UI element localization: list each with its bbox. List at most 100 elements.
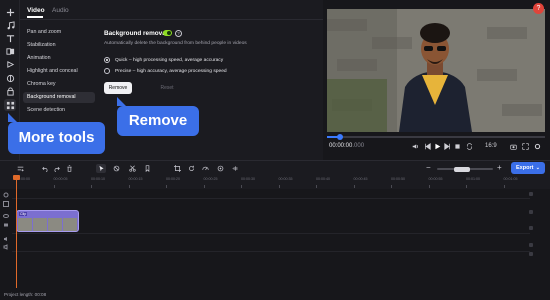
menu-item-chroma-key[interactable]: Chroma key — [23, 79, 95, 90]
ruler-tick-mark — [466, 185, 467, 188]
ruler-tick-mark — [428, 185, 430, 188]
ruler-tick-mark — [503, 185, 505, 188]
menu-item-animation[interactable]: Animation — [23, 53, 95, 64]
option-title: Background removal — [104, 30, 168, 37]
menu-item-stabilization[interactable]: Stabilization — [23, 40, 95, 51]
skip-forward-icon[interactable] — [443, 142, 452, 151]
option-description: Automatically delete the background from… — [104, 41, 247, 46]
stop-icon[interactable] — [453, 142, 462, 151]
playhead-handle[interactable] — [13, 175, 20, 180]
project-length: Project length: 00:08 — [4, 292, 47, 297]
transition-icon[interactable] — [4, 45, 16, 57]
magnet-icon[interactable] — [111, 164, 121, 173]
ruler-tick-label: 00:00:55 — [428, 177, 443, 181]
clip-thumbnail — [48, 218, 62, 231]
rotate-icon[interactable] — [186, 164, 196, 173]
radio-precise-indicator[interactable] — [104, 68, 110, 74]
menu-item-highlight-conceal[interactable]: Highlight and conceal — [23, 66, 95, 77]
text-icon[interactable] — [4, 32, 16, 44]
status-bar — [0, 289, 550, 300]
ruler-tick-mark — [53, 185, 55, 188]
timecode-fraction: .000 — [352, 143, 365, 149]
settings-icon[interactable] — [533, 142, 542, 151]
zoom-out-icon[interactable]: − — [426, 163, 431, 172]
help-icon[interactable]: ? — [175, 29, 182, 37]
tab-video[interactable]: Video — [27, 7, 45, 14]
audio-track-mute-icon[interactable] — [3, 244, 9, 250]
reset-button[interactable]: Reset — [156, 82, 178, 94]
radio-precise[interactable]: Precise – high accuracy, average process… — [104, 68, 227, 74]
more-tools-icon[interactable] — [4, 99, 16, 111]
active-tab-indicator — [27, 16, 43, 18]
sticker-icon[interactable] — [4, 58, 16, 70]
lock-icon[interactable] — [4, 85, 16, 97]
ruler-tick-label: 00:00:05 — [53, 177, 68, 181]
scrollbar-marker — [529, 252, 533, 256]
zoom-slider-thumb[interactable] — [454, 166, 471, 172]
clip-thumbnail — [33, 218, 47, 231]
radio-quick-indicator[interactable] — [104, 57, 110, 63]
video-track-lock-icon[interactable] — [3, 221, 9, 227]
close-icon[interactable]: ? — [533, 3, 544, 14]
menu-item-scene-detection[interactable]: Scene detection — [23, 105, 95, 116]
video-track-visibility-icon[interactable] — [3, 213, 9, 219]
ruler-tick-label: 00:00:50 — [391, 177, 405, 181]
plus-icon[interactable] — [4, 6, 16, 18]
scissors-icon[interactable] — [127, 164, 137, 173]
clip-thumbnail — [18, 218, 32, 231]
text-track-icon[interactable] — [3, 192, 9, 198]
ruler-tick-mark — [316, 185, 317, 188]
background-removal-toggle[interactable] — [163, 30, 172, 36]
music-icon[interactable] — [4, 19, 16, 31]
track-divider — [12, 198, 530, 199]
audio-icon[interactable] — [230, 164, 240, 173]
progress-handle[interactable] — [337, 134, 344, 140]
snapshot-icon[interactable] — [509, 142, 518, 151]
volume-icon[interactable] — [411, 142, 420, 151]
ruler-tick-mark — [91, 185, 92, 188]
radio-quick[interactable]: Quick – high processing speed, average a… — [104, 57, 223, 63]
ruler-tick-mark — [241, 185, 242, 188]
timeline-toolbar: − + Export ⌄ — [0, 160, 550, 175]
zoom-slider[interactable] — [437, 166, 493, 172]
export-label: Export — [516, 165, 534, 171]
loop-icon[interactable] — [465, 142, 474, 151]
aspect-ratio-select[interactable]: 16:9 — [485, 143, 497, 149]
menu-item-background-removal[interactable]: Background removal — [23, 92, 95, 103]
ruler-tick-label: 00:00:25 — [203, 177, 218, 181]
play-icon[interactable] — [433, 142, 442, 151]
undo-icon[interactable] — [40, 164, 50, 173]
radio-precise-label: Precise – high accuracy, average process… — [115, 68, 227, 74]
track-divider — [12, 233, 530, 234]
ruler-tick-label: 00:01:05 — [503, 177, 518, 181]
filter-icon[interactable] — [4, 72, 16, 84]
playhead[interactable] — [16, 176, 17, 288]
video-clip[interactable]: Clip — [16, 210, 79, 232]
remove-button[interactable]: Remove — [104, 82, 132, 94]
redo-icon[interactable] — [51, 164, 61, 173]
speed-icon[interactable] — [200, 164, 210, 173]
menu-item-pan-zoom[interactable]: Pan and zoom — [23, 27, 95, 38]
zoom-in-icon[interactable]: + — [497, 163, 502, 172]
ruler-tick-label: 00:00:10 — [91, 177, 105, 181]
audio-track-icon[interactable] — [3, 236, 9, 242]
ruler-tick-mark — [166, 185, 167, 188]
fullscreen-icon[interactable] — [521, 142, 530, 151]
select-icon[interactable] — [96, 164, 106, 173]
marker-icon[interactable] — [142, 164, 152, 173]
color-icon[interactable] — [215, 164, 225, 173]
ruler-tick-mark — [128, 185, 130, 188]
overlay-track-icon[interactable] — [3, 201, 9, 207]
export-button[interactable]: Export ⌄ — [511, 162, 545, 174]
tab-audio[interactable]: Audio — [52, 7, 69, 14]
add-track-icon[interactable] — [15, 164, 25, 173]
timeline-tracks[interactable] — [0, 189, 550, 289]
playback-progress[interactable] — [327, 134, 545, 140]
ruler-tick-mark — [391, 185, 392, 188]
ruler-tick-mark — [353, 185, 355, 188]
timeline-ruler[interactable]: 00:00:00 00:00:05 00:00:10 00:00:15 00:00:20… — [0, 175, 550, 189]
timeline-scrollbar[interactable] — [529, 190, 533, 280]
skip-back-icon[interactable] — [423, 142, 432, 151]
crop-icon[interactable] — [172, 164, 182, 173]
delete-icon[interactable] — [64, 164, 74, 173]
